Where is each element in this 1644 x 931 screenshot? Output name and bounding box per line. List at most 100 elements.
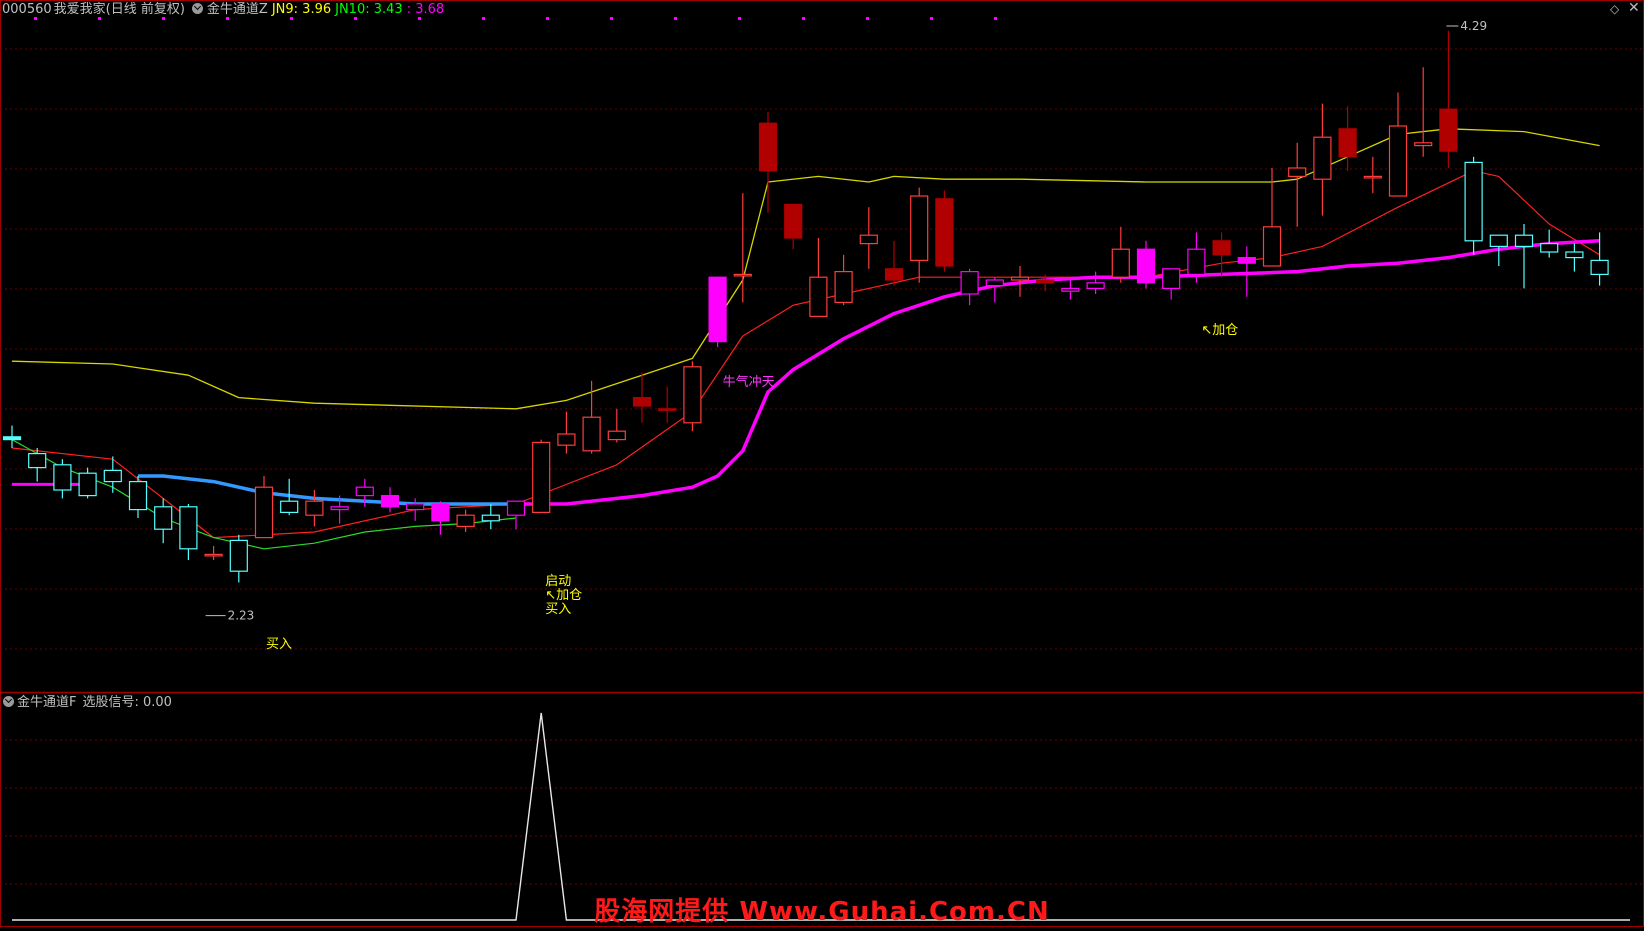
bull-signal-label: 牛气冲天 (723, 374, 775, 390)
candle-body (758, 122, 778, 172)
candle-body (1565, 251, 1584, 259)
candle-body (179, 506, 198, 550)
candle-body (1111, 248, 1130, 278)
candle-body (582, 416, 601, 452)
candle-body (532, 441, 551, 513)
candle-body (204, 553, 223, 557)
candle-body (2, 436, 22, 441)
candle-body (406, 503, 425, 511)
upper-band-line (11, 128, 1600, 410)
candle-body (506, 500, 526, 516)
top-tick-mark (802, 17, 805, 20)
candle-body (128, 481, 148, 511)
candle-body (1464, 161, 1483, 242)
candle-body (1036, 279, 1055, 284)
main-chart: 2.23买入启动↖加仓买入牛气冲天↖加仓4.29 (0, 0, 1644, 927)
buy-signal-label: 买入 (266, 637, 292, 652)
top-tick-mark (738, 17, 741, 20)
candle-body (708, 276, 727, 343)
signal-value: 选股信号: 0.00 (82, 695, 172, 710)
candle-body (103, 469, 122, 483)
candle-body (1187, 248, 1206, 275)
chart-stage: 2.23 买入 启动 ↖加仓 买入 牛气冲天 ↖加仓 4.29 000560 我爱我家(日线 前… (0, 0, 1644, 927)
candle-body (1237, 257, 1256, 264)
candle-body (53, 464, 72, 491)
start-signal-label: 启动 (545, 574, 571, 589)
candle-body (305, 500, 324, 516)
top-tick-mark (546, 17, 549, 20)
candle-body (254, 486, 274, 539)
candle-body (1262, 226, 1282, 267)
candle-body (1010, 276, 1030, 281)
wave-line-blue (138, 474, 516, 506)
add-signal-label: ↖加仓 (545, 588, 582, 603)
candle-body (481, 514, 500, 522)
main-header: 000560 我爱我家(日线 前复权) 金牛通道Z JN9: 3.96 JN10: 3.… (0, 0, 448, 20)
candle-body (884, 268, 904, 281)
signal-line (12, 712, 1630, 921)
sub-indicator-name: 金牛通道F (17, 695, 77, 710)
candle-body (380, 495, 400, 508)
candle-body (1086, 282, 1105, 289)
candle-body (280, 500, 299, 514)
top-tick-mark (482, 17, 485, 20)
candle-body (733, 273, 752, 277)
settings-icon[interactable] (191, 3, 203, 14)
jn10-value: JN10: 3.43 (335, 2, 403, 17)
candle-body (78, 472, 97, 497)
candle-body (1061, 287, 1080, 292)
candle-body (910, 195, 929, 262)
buy-signal-label: 买入 (545, 602, 571, 617)
candle-body (1288, 167, 1307, 177)
candle-body (1212, 240, 1231, 256)
candle-body (935, 198, 954, 267)
candle-body (683, 366, 702, 424)
top-tick-mark (930, 17, 933, 20)
candle-body (960, 271, 979, 295)
sub-header: 金牛通道F 选股信号: 0.00 (0, 693, 172, 713)
candle-body (834, 271, 853, 304)
ma-red-line (11, 170, 1600, 539)
candle-body (1162, 268, 1181, 289)
collapse-icon[interactable]: ◇ (1610, 2, 1619, 16)
top-tick-mark (866, 17, 869, 20)
jn9-value: JN9: 3.96 (271, 2, 332, 17)
top-tick-mark (994, 17, 997, 20)
top-tick-mark (610, 17, 613, 20)
candle-body (154, 506, 173, 530)
jn11-value: : 3.68 (406, 2, 445, 17)
candle-body (557, 433, 576, 446)
low-price-label: 2.23 (228, 609, 255, 623)
candle-body (355, 486, 374, 497)
watermark: 股海网提供 Www.Guhai.Com.CN (594, 897, 1050, 927)
candle-body (456, 514, 475, 528)
candle-body (1414, 142, 1433, 147)
candle-body (985, 279, 1004, 287)
stock-name: 我爱我家(日线 前复权) (53, 2, 185, 17)
candle-body (1338, 128, 1357, 158)
candle-body (658, 408, 677, 411)
candle-body (28, 453, 47, 469)
candle-body (809, 276, 828, 318)
candle-body (784, 203, 803, 239)
indicator-name: 金牛通道Z (206, 2, 268, 17)
candle-body (1439, 108, 1458, 152)
candle-body (1136, 248, 1156, 284)
candle-body (1540, 243, 1559, 253)
candle-body (1363, 175, 1382, 179)
stock-code: 000560 (2, 2, 52, 17)
candle-body (632, 397, 652, 407)
wave-line-magenta (516, 239, 1600, 506)
add-signal-label: ↖加仓 (1201, 323, 1238, 338)
close-icon[interactable]: ✕ (1628, 0, 1640, 16)
candle-body (1388, 125, 1408, 197)
candle-body (607, 430, 626, 441)
candle-body (1590, 259, 1609, 275)
sub-settings-icon[interactable] (3, 696, 14, 707)
candle-body (229, 539, 248, 572)
candle-body (1313, 136, 1332, 180)
candle-body (859, 234, 878, 245)
high-price-label: 4.29 (1460, 19, 1487, 33)
candle-body (330, 506, 349, 511)
top-tick-mark (674, 17, 677, 20)
